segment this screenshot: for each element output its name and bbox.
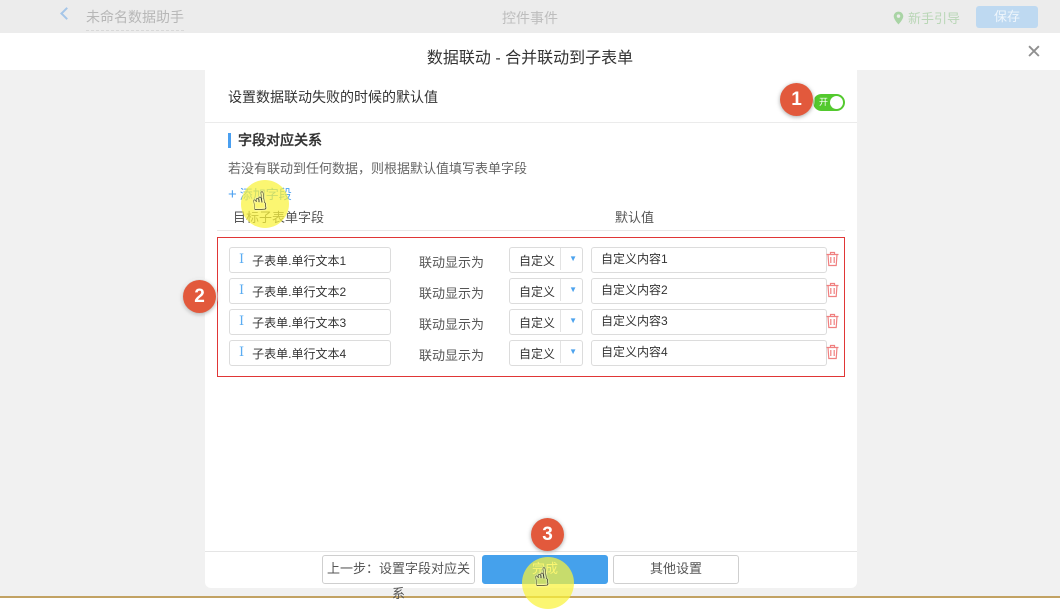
target-field-input[interactable]: I 子表单.单行文本4 — [229, 340, 391, 366]
close-icon[interactable]: ✕ — [1022, 41, 1046, 65]
table-row: I 子表单.单行文本2 联动显示为 自定义 ▼ 自定义内容2 — [229, 278, 839, 302]
delete-row-icon[interactable] — [825, 344, 840, 360]
separator — [205, 122, 857, 123]
guide-link[interactable]: 新手引导 — [893, 8, 960, 27]
display-mode-select[interactable]: 自定义 ▼ — [509, 278, 583, 304]
default-setting-label: 设置数据联动失败的时候的默认值 — [228, 87, 438, 107]
pin-icon — [893, 11, 904, 25]
annotation-step-3: 3 — [531, 518, 564, 551]
selected-mode: 自定义 — [519, 283, 555, 300]
text-field-icon: I — [239, 311, 244, 333]
display-mode-select[interactable]: 自定义 ▼ — [509, 247, 583, 273]
target-field-input[interactable]: I 子表单.单行文本1 — [229, 247, 391, 273]
other-settings-button[interactable]: 其他设置 — [613, 555, 739, 584]
link-display-label: 联动显示为 — [419, 345, 484, 364]
section-title: 字段对应关系 — [228, 133, 322, 148]
delete-row-icon[interactable] — [825, 282, 840, 298]
guide-label: 新手引导 — [908, 8, 960, 27]
column-header-default: 默认值 — [615, 207, 654, 226]
divider — [560, 248, 561, 270]
default-value-input[interactable]: 自定义内容1 — [591, 247, 827, 273]
toggle-knob — [830, 96, 843, 109]
text-field-icon: I — [239, 280, 244, 302]
target-field-input[interactable]: I 子表单.单行文本3 — [229, 309, 391, 335]
selected-mode: 自定义 — [519, 314, 555, 331]
selected-mode: 自定义 — [519, 345, 555, 362]
divider — [560, 279, 561, 301]
divider — [560, 341, 561, 363]
chevron-down-icon: ▼ — [569, 254, 577, 263]
delete-row-icon[interactable] — [825, 251, 840, 267]
target-field-value: 子表单.单行文本2 — [252, 283, 346, 300]
text-field-icon: I — [239, 342, 244, 364]
link-display-label: 联动显示为 — [419, 252, 484, 271]
modal-title: 数据联动 - 合并联动到子表单 — [0, 44, 1060, 68]
target-field-value: 子表单.单行文本3 — [252, 314, 346, 331]
annotation-step-1: 1 — [780, 83, 813, 116]
target-field-value: 子表单.单行文本4 — [252, 345, 346, 362]
save-button[interactable]: 保存 — [976, 6, 1038, 28]
annotation-step-2: 2 — [183, 280, 216, 313]
chevron-down-icon: ▼ — [569, 347, 577, 356]
top-bar: 未命名数据助手 控件事件 新手引导 保存 — [0, 0, 1060, 33]
settings-panel: 设置数据联动失败的时候的默认值 开 字段对应关系 若没有联动到任何数据，则根据默… — [205, 70, 857, 588]
cursor-hand-icon: ☝ — [250, 189, 269, 216]
table-row: I 子表单.单行文本3 联动显示为 自定义 ▼ 自定义内容3 — [229, 309, 839, 333]
separator — [205, 551, 857, 552]
separator — [217, 230, 845, 231]
table-row: I 子表单.单行文本4 联动显示为 自定义 ▼ 自定义内容4 — [229, 340, 839, 364]
chevron-down-icon: ▼ — [569, 285, 577, 294]
default-value-input[interactable]: 自定义内容3 — [591, 309, 827, 335]
delete-row-icon[interactable] — [825, 313, 840, 329]
link-display-label: 联动显示为 — [419, 283, 484, 302]
table-row: I 子表单.单行文本1 联动显示为 自定义 ▼ 自定义内容1 — [229, 247, 839, 271]
field-mapping-box: I 子表单.单行文本1 联动显示为 自定义 ▼ 自定义内容1 I 子表单.单行文… — [217, 237, 845, 377]
selected-mode: 自定义 — [519, 252, 555, 269]
section-description: 若没有联动到任何数据，则根据默认值填写表单字段 — [228, 158, 527, 177]
divider — [560, 310, 561, 332]
previous-step-button[interactable]: 上一步：设置字段对应关系 — [322, 555, 475, 584]
default-value-input[interactable]: 自定义内容4 — [591, 340, 827, 366]
plus-icon: + — [228, 186, 237, 203]
display-mode-select[interactable]: 自定义 ▼ — [509, 340, 583, 366]
text-field-icon: I — [239, 249, 244, 271]
target-field-input[interactable]: I 子表单.单行文本2 — [229, 278, 391, 304]
chevron-down-icon: ▼ — [569, 316, 577, 325]
link-display-label: 联动显示为 — [419, 314, 484, 333]
display-mode-select[interactable]: 自定义 ▼ — [509, 309, 583, 335]
target-field-value: 子表单.单行文本1 — [252, 252, 346, 269]
default-value-input[interactable]: 自定义内容2 — [591, 278, 827, 304]
cursor-hand-icon: ☝ — [532, 565, 551, 592]
default-setting-toggle[interactable]: 开 — [813, 94, 845, 111]
toggle-on-label: 开 — [819, 97, 828, 108]
